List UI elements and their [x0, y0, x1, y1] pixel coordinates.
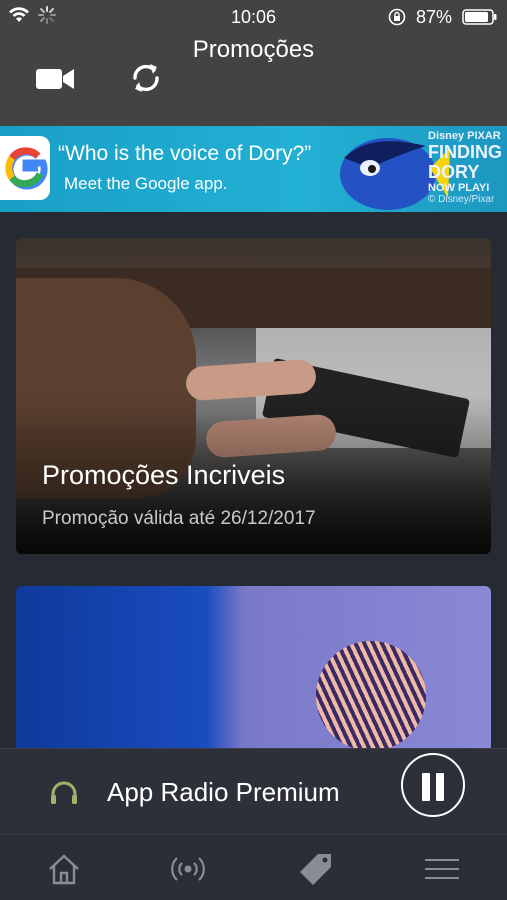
app-header: 10:06 87% Promoções [0, 0, 507, 126]
now-playing-bar[interactable]: App Radio Premium [0, 748, 507, 834]
finding-dory-logo: Disney PIXAR FINDING DORY NOW PLAYI © Di… [428, 130, 502, 205]
menu-icon[interactable] [424, 851, 460, 887]
ad-subtitle: Meet the Google app. [64, 174, 228, 193]
broadcast-icon[interactable] [170, 851, 206, 887]
rotation-lock-icon [388, 8, 406, 26]
ad-headline: “Who is the voice of Dory?” [58, 142, 312, 165]
card-image-microphone [300, 625, 442, 756]
station-name: App Radio Premium [107, 777, 340, 807]
battery-percent: 87% [416, 7, 453, 27]
video-camera-icon[interactable] [34, 64, 76, 94]
promotion-card[interactable] [16, 586, 491, 756]
home-icon[interactable] [46, 851, 82, 887]
status-bar: 10:06 87% [0, 0, 507, 34]
tab-bar [0, 834, 507, 900]
battery-icon [462, 9, 497, 25]
refresh-sync-icon[interactable] [126, 58, 166, 98]
ad-banner[interactable]: “Who is the voice of Dory?” Meet the Goo… [0, 126, 507, 212]
promotion-card[interactable]: Promoções Incriveis Promoção válida até … [16, 238, 491, 554]
page-title: Promoções [192, 36, 315, 63]
promotion-date: Promoção válida até 26/12/2017 [42, 508, 316, 529]
tag-icon[interactable] [298, 851, 334, 887]
headphones-icon [51, 781, 77, 804]
promotion-title: Promoções Incriveis [42, 460, 286, 490]
pause-button[interactable] [401, 753, 465, 817]
google-logo [0, 136, 50, 200]
